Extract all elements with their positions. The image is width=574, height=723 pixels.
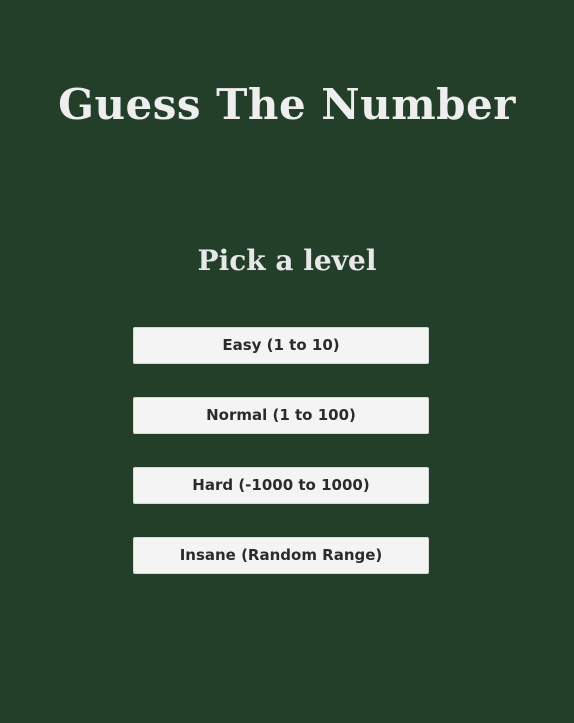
insane-level-button[interactable]: Insane (Random Range) xyxy=(133,537,429,574)
level-button-list: Easy (1 to 10) Normal (1 to 100) Hard (-… xyxy=(133,327,429,607)
level-picker-heading: Pick a level xyxy=(197,244,377,277)
page-title: Guess The Number xyxy=(58,80,516,129)
normal-level-button[interactable]: Normal (1 to 100) xyxy=(133,397,429,434)
easy-level-button[interactable]: Easy (1 to 10) xyxy=(133,327,429,364)
hard-level-button[interactable]: Hard (-1000 to 1000) xyxy=(133,467,429,504)
